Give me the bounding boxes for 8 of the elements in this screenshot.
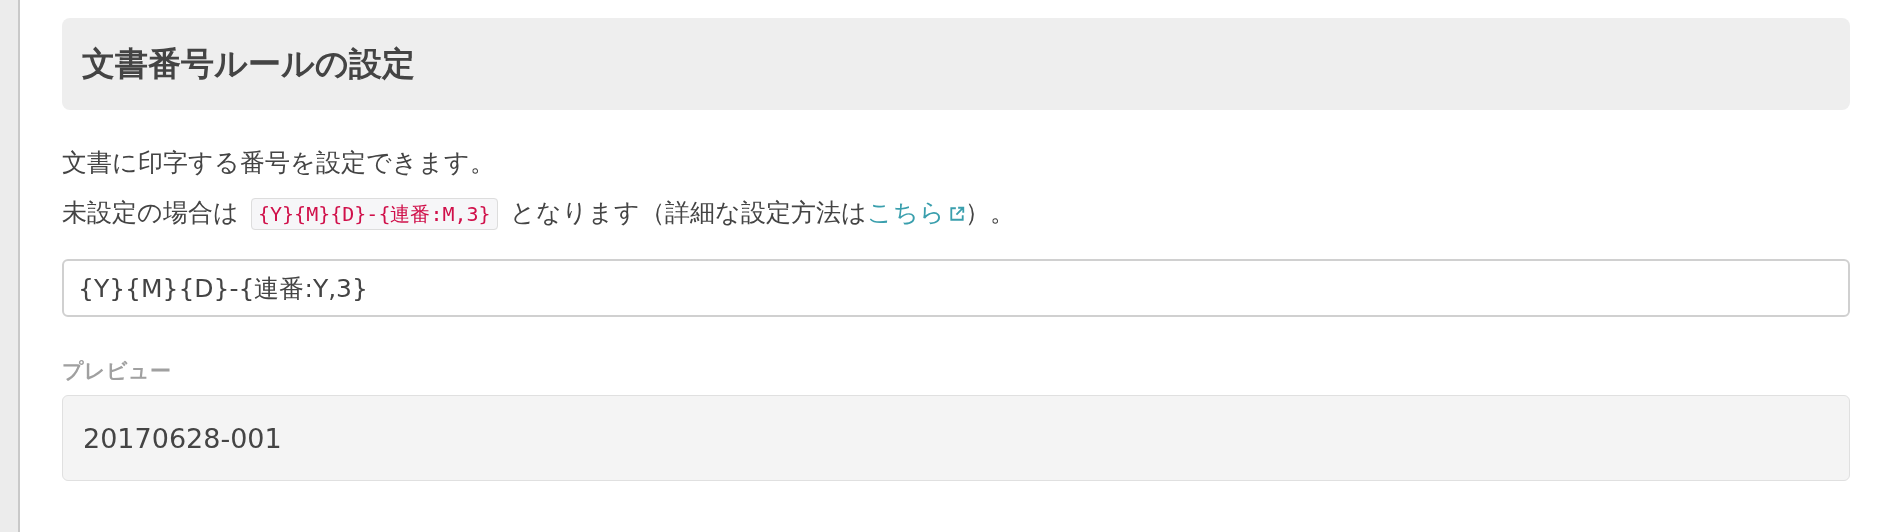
code-snippet: {Y}{M}{D}-{連番:M,3} xyxy=(251,198,498,230)
description-text: 文書に印字する番号を設定できます。 xyxy=(62,147,496,179)
rule-input-field[interactable]: {Y}{M}{D}-{連番:Y,3} xyxy=(62,259,1850,317)
description-text: 未設定の場合は {Y}{M}{D}-{連番:M,3} となります（詳細な設定方法は こちら ）。 xyxy=(62,188,1850,239)
preview-label: プレビュー xyxy=(62,358,172,385)
section-title: 文書番号ルールの設定 xyxy=(82,42,415,85)
external-link-icon xyxy=(948,206,965,222)
preview-field: 20170628-001 xyxy=(62,395,1850,481)
